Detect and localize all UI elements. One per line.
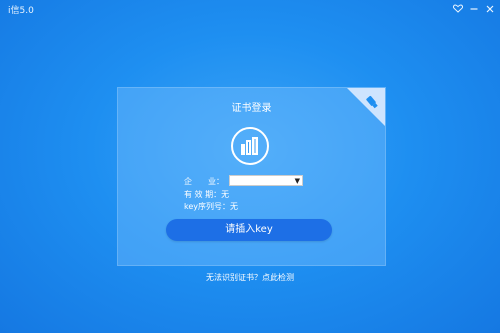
validity-row: 有 效 期：无 [184,189,229,200]
company-select[interactable]: ▼ [229,175,303,186]
title-bar: i信5.0 [0,0,500,18]
building-icon [231,127,269,165]
detect-certificate-link[interactable]: 无法识别证书？点此检测 [0,272,500,283]
certificate-login-card: 证书登录 企 业： ▼ 有 效 期：无 key序列号：无 请插入key [117,87,386,266]
validity-label: 有 效 期： [184,190,222,199]
app-title: i信5.0 [8,6,34,16]
company-label: 企 业： [184,177,224,186]
heart-icon[interactable] [452,3,463,14]
company-row: 企 业： [184,176,224,187]
key-serial-label: key序列号： [184,202,231,211]
key-serial-value: 无 [230,202,239,211]
key-serial-row: key序列号：无 [184,201,238,212]
dropdown-arrow-icon[interactable]: ▼ [295,176,300,186]
insert-key-button[interactable]: 请插入key [166,219,332,241]
close-icon[interactable] [484,3,495,14]
validity-value: 无 [221,190,230,199]
card-title: 证书登录 [231,103,272,114]
minimize-icon[interactable] [468,3,479,14]
